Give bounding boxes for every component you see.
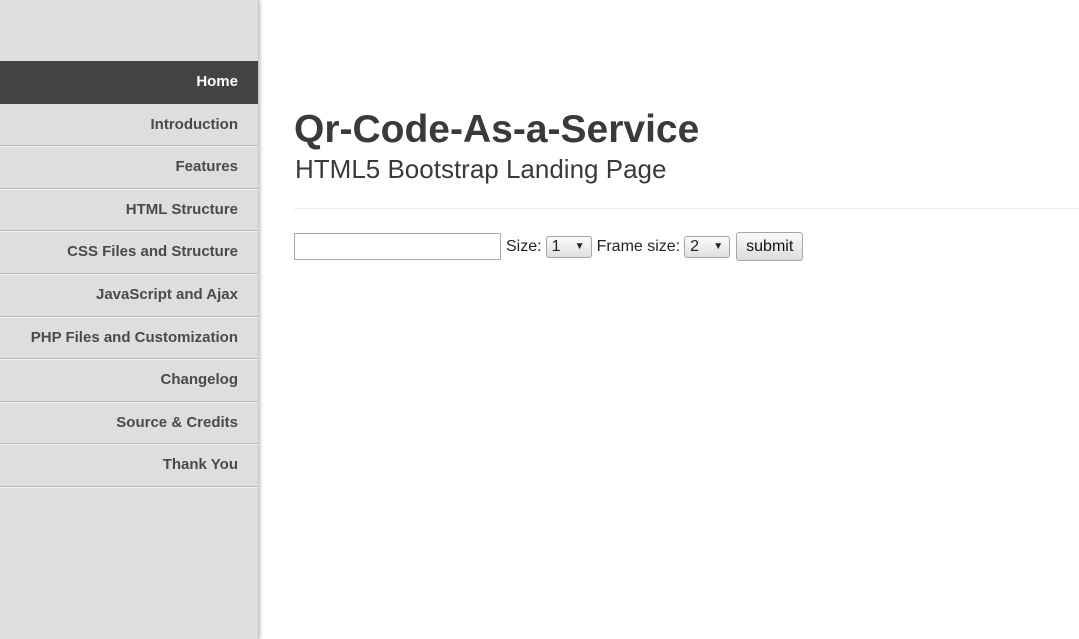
page-subtitle: HTML5 Bootstrap Landing Page: [295, 154, 667, 184]
sidebar: Home Introduction Features HTML Structur…: [0, 0, 259, 639]
sidebar-item-php-files[interactable]: PHP Files and Customization: [0, 317, 258, 360]
size-label: Size:: [506, 237, 542, 255]
sidebar-item-features[interactable]: Features: [0, 146, 258, 189]
triangle-down-icon: ▼: [574, 240, 585, 252]
sidebar-item-home[interactable]: Home: [0, 61, 258, 104]
frame-size-select[interactable]: 2 ▼: [684, 235, 731, 258]
size-select-value: 1: [551, 237, 561, 255]
sidebar-item-css-files[interactable]: CSS Files and Structure: [0, 231, 258, 274]
triangle-down-icon: ▼: [713, 240, 724, 252]
size-select[interactable]: 1 ▼: [545, 235, 592, 258]
qr-form: Size: 1 ▼ Frame size: 2 ▼ submit: [294, 232, 804, 261]
divider: [294, 208, 1079, 209]
sidebar-nav: Home Introduction Features HTML Structur…: [0, 61, 258, 487]
frame-size-select-value: 2: [690, 237, 700, 255]
sidebar-item-html-structure[interactable]: HTML Structure: [0, 189, 258, 232]
submit-button[interactable]: submit: [736, 232, 804, 261]
sidebar-item-javascript-ajax[interactable]: JavaScript and Ajax: [0, 274, 258, 317]
sidebar-item-changelog[interactable]: Changelog: [0, 359, 258, 402]
qr-text-input[interactable]: [294, 233, 501, 260]
page-title: Qr-Code-As-a-Service: [294, 108, 700, 151]
sidebar-item-introduction[interactable]: Introduction: [0, 104, 258, 147]
sidebar-item-thank-you[interactable]: Thank You: [0, 444, 258, 487]
frame-size-label: Frame size:: [596, 237, 681, 255]
sidebar-item-source-credits[interactable]: Source & Credits: [0, 402, 258, 445]
